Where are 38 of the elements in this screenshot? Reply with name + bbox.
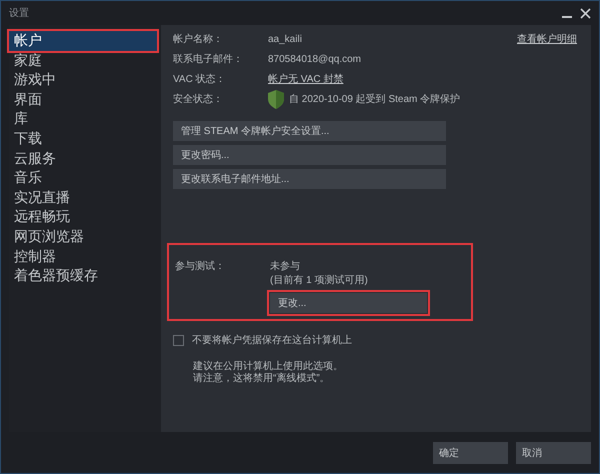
- dialog-button[interactable]: 取消: [516, 442, 591, 464]
- beta-label: 参与测试：: [175, 260, 226, 274]
- sidebar-item[interactable]: 音乐: [9, 168, 157, 188]
- sidebar-item[interactable]: 界面: [9, 90, 157, 110]
- hint-text: 请注意，这将禁用“离线模式”。: [193, 373, 331, 385]
- dialog-button[interactable]: 确定: [433, 442, 508, 464]
- close-icon[interactable]: [580, 8, 591, 18]
- sidebar-item[interactable]: 游戏中: [9, 70, 157, 90]
- sidebar-item[interactable]: 帐户: [9, 31, 157, 51]
- window-title: 设置: [9, 6, 29, 20]
- shield-icon: [268, 90, 284, 108]
- field-label: 安全状态：: [173, 92, 224, 106]
- settings-button[interactable]: 更改密码...: [173, 145, 446, 165]
- checkbox-label: 不要将帐户凭据保存在这台计算机上: [192, 334, 352, 347]
- sidebar-item[interactable]: 库: [9, 109, 157, 129]
- sidebar-item[interactable]: 云服务: [9, 148, 157, 168]
- field-value: 870584018@qq.com: [268, 54, 361, 64]
- sidebar-item[interactable]: 家庭: [9, 50, 157, 70]
- beta-status: 未参与: [270, 260, 301, 273]
- settings-button[interactable]: 更改联系电子邮件地址...: [173, 169, 446, 189]
- field-label: VAC 状态：: [173, 72, 227, 86]
- field-label: 帐户名称：: [173, 32, 224, 46]
- vac-status-link[interactable]: 帐户无 VAC 封禁: [268, 72, 344, 86]
- account-details-link[interactable]: 查看帐户明细: [517, 32, 577, 46]
- sidebar-item[interactable]: 远程畅玩: [9, 207, 157, 227]
- sidebar-item[interactable]: 实况直播: [9, 188, 157, 208]
- sidebar-item[interactable]: 着色器预缓存: [9, 266, 157, 286]
- sidebar-item[interactable]: 网页浏览器: [9, 226, 157, 247]
- settings-button[interactable]: 管理 STEAM 令牌帐户安全设置...: [173, 121, 446, 141]
- sidebar-item[interactable]: 下载: [9, 128, 157, 149]
- beta-note: (目前有 1 项测试可用): [270, 274, 368, 287]
- hint-text: 建议在公用计算机上使用此选项。: [193, 361, 344, 372]
- security-status: 自 2020-10-09 起受到 Steam 令牌保护: [289, 92, 460, 106]
- checkbox[interactable]: [173, 334, 184, 346]
- sidebar-item[interactable]: 控制器: [9, 246, 157, 266]
- field-value: aa_kaili: [268, 34, 302, 44]
- change-button[interactable]: 更改...: [270, 293, 427, 313]
- field-label: 联系电子邮件：: [173, 52, 244, 66]
